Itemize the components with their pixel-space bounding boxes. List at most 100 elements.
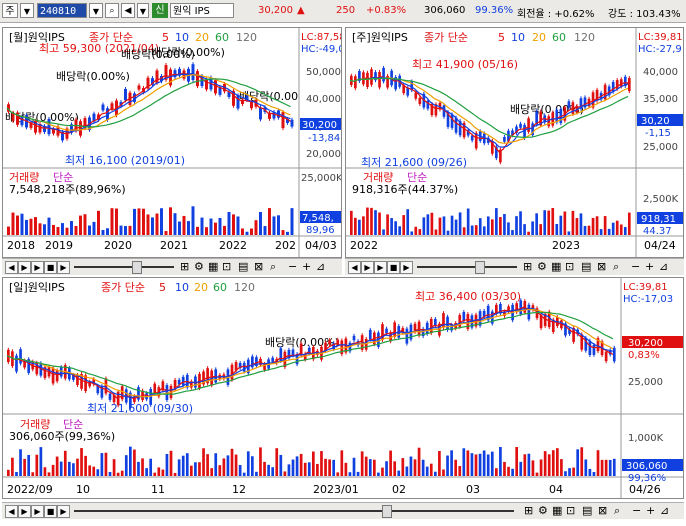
next-icon[interactable]: ▶ [400, 261, 413, 274]
chart-type-icon[interactable]: ▦ [208, 260, 218, 273]
volume-bar [72, 463, 75, 476]
grid-icon[interactable]: ⊞ [524, 504, 533, 517]
zoom-slider[interactable] [417, 266, 517, 268]
volume-bar [200, 217, 204, 235]
volume-bar [572, 467, 575, 476]
stop-icon[interactable]: ■ [44, 505, 57, 518]
candle-body [153, 383, 157, 394]
next-icon[interactable]: ▶ [57, 261, 70, 274]
step-left-icon[interactable]: ▶ [18, 261, 31, 274]
volume-bar [290, 208, 294, 235]
zoom-in-icon[interactable]: + [302, 260, 311, 273]
chart-type-icon[interactable]: ▦ [552, 504, 562, 517]
search-icon[interactable]: ⌕ [613, 260, 619, 274]
zoom-slider-knob[interactable] [132, 261, 142, 274]
volume-bar [398, 226, 402, 235]
daily-chart-pane[interactable]: [일]원익IPS 종가 단순 5 10 20 60 120 LC:39,81 H… [2, 277, 684, 499]
volume-bar [567, 231, 571, 235]
stock-code-input[interactable]: 240810 [37, 3, 87, 18]
volume-bar [76, 458, 79, 476]
candle-body [110, 103, 114, 109]
volume-bar [352, 457, 356, 476]
link-icon[interactable]: ⊡ [222, 260, 231, 273]
volume-bar [245, 231, 249, 235]
price-tick: 40,000 [306, 94, 341, 105]
zoom-slider[interactable] [74, 510, 514, 512]
step-left-icon[interactable]: ▶ [361, 261, 374, 274]
zoom-out-icon[interactable]: − [631, 260, 640, 273]
volume-bar [385, 461, 388, 476]
candle-body [378, 71, 381, 88]
weekly-chart-pane[interactable]: [주]원익IPS 종가 단순 5 10 20 60 120 LC:39,81 H… [345, 27, 684, 258]
play-icon[interactable]: ▶ [31, 261, 44, 274]
current-pct: -13,84 [308, 133, 340, 144]
link-icon[interactable]: ⊡ [566, 504, 575, 517]
x-label: 10 [76, 483, 90, 496]
x-label: 2023 [552, 239, 580, 252]
volume-bar [535, 472, 539, 476]
settings-icon[interactable]: ⚙ [537, 260, 547, 273]
next-icon[interactable]: ▶ [57, 505, 70, 518]
chart-type-icon[interactable]: ▦ [551, 260, 561, 273]
moving-average-line [349, 77, 629, 144]
play-icon[interactable]: ▶ [374, 261, 387, 274]
volume-bar [358, 219, 361, 235]
volume-bar [47, 217, 51, 235]
volume-bar [611, 222, 615, 235]
settings-icon[interactable]: ⚙ [538, 504, 548, 517]
change-value: 250 [336, 5, 356, 16]
play-icon[interactable]: ▶ [31, 505, 44, 518]
code-dropdown-icon[interactable]: ▼ [89, 3, 103, 18]
settings-icon[interactable]: ⚙ [194, 260, 204, 273]
zoom-slider-knob[interactable] [382, 505, 392, 518]
volume-bar [604, 459, 608, 476]
volume-bar [279, 454, 283, 476]
speaker-icon[interactable]: ◀ [121, 3, 135, 18]
link-icon[interactable]: ⊡ [565, 260, 574, 273]
market-select[interactable]: 주 [2, 3, 18, 18]
speaker-dropdown-icon[interactable]: ▼ [137, 3, 149, 18]
market-dropdown-icon[interactable]: ▼ [20, 3, 34, 18]
step-left-icon[interactable]: ▶ [18, 505, 31, 518]
stock-name-field[interactable]: 원익 IPS [170, 3, 234, 18]
volume-bar [547, 454, 551, 476]
volume-bar [222, 458, 226, 476]
zoom-in-icon[interactable]: + [645, 260, 654, 273]
stop-icon[interactable]: ■ [44, 261, 57, 274]
volume-bar [397, 470, 401, 476]
grid-icon[interactable]: ⊞ [523, 260, 532, 273]
zoom-out-icon[interactable]: − [632, 504, 641, 517]
crosshair-icon[interactable]: ⊿ [659, 260, 668, 273]
scroll-left-icon[interactable]: ◀ [5, 505, 18, 518]
volume-bar [194, 462, 197, 476]
candle-body [429, 318, 433, 334]
volume-bar [568, 468, 571, 476]
volume-bar [394, 221, 397, 235]
crosshair-icon[interactable]: ⊿ [660, 504, 669, 517]
table-icon[interactable]: ▤ [238, 260, 248, 273]
search-icon[interactable]: ⌕ [614, 504, 620, 518]
search-icon[interactable]: ⌕ [105, 3, 119, 18]
grid-icon[interactable]: ⊞ [180, 260, 189, 273]
zoom-out-icon[interactable]: − [288, 260, 297, 273]
crosshair-icon[interactable]: ⊿ [316, 260, 325, 273]
volume-bar [381, 467, 384, 476]
zoom-slider-knob[interactable] [475, 261, 485, 274]
volume-bar [153, 472, 157, 476]
layout-icon[interactable]: ⊠ [597, 260, 606, 273]
monthly-chart-pane[interactable]: [월]원익IPS 종가 단순 5 10 20 60 120 LC:87,58 H… [2, 27, 342, 258]
scroll-left-icon[interactable]: ◀ [348, 261, 361, 274]
zoom-slider[interactable] [74, 266, 174, 268]
stop-icon[interactable]: ■ [387, 261, 400, 274]
layout-icon[interactable]: ⊠ [598, 504, 607, 517]
table-icon[interactable]: ▤ [582, 504, 592, 517]
layout-icon[interactable]: ⊠ [254, 260, 263, 273]
volume-bar [523, 454, 527, 476]
ma-label: 종가 단순 [101, 281, 145, 294]
table-icon[interactable]: ▤ [581, 260, 591, 273]
scroll-left-icon[interactable]: ◀ [5, 261, 18, 274]
zoom-in-icon[interactable]: + [646, 504, 655, 517]
volume-bar [214, 453, 218, 476]
search-icon[interactable]: ⌕ [270, 260, 276, 274]
volume-value: 918,316주(44.37%) [352, 183, 458, 196]
